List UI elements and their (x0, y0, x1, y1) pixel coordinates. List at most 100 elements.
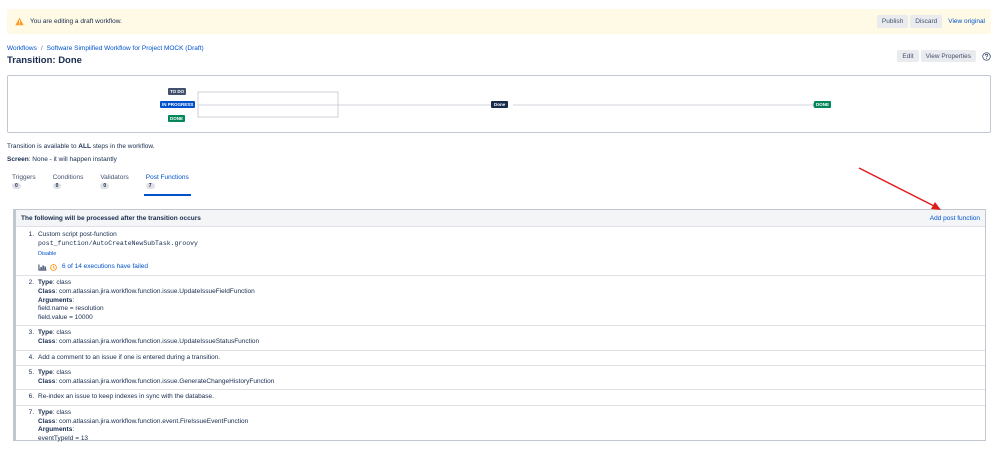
type-label: Type (38, 279, 53, 287)
item-number: 5. (28, 369, 34, 377)
arguments-line: Arguments: (38, 297, 255, 306)
warning-icon (15, 17, 24, 26)
post-function-item: 1. Custom script post-function post_func… (16, 227, 985, 277)
tab-label: Conditions (52, 174, 84, 181)
post-function-item: 5. Type: class Class: com.atlassian.jira… (16, 366, 985, 391)
function-description: Add a comment to an issue if one is ente… (38, 353, 221, 361)
type-line: Type: class (38, 329, 259, 338)
disable-link[interactable]: Disable (38, 250, 198, 259)
transition-tabs: Triggers 0 Conditions 0 Validators 0 Pos… (7, 174, 201, 196)
arguments-label: Arguments (38, 426, 73, 434)
clock-warning-icon (50, 263, 57, 271)
script-title: Custom script post-function (38, 231, 117, 238)
type-line: Type: class (38, 369, 274, 378)
breadcrumb: Workflows / Software Simplified Workflow f… (7, 45, 204, 52)
executions-failed-text[interactable]: 6 of 14 executions have failed (62, 263, 148, 272)
draft-warning-banner: You are editing a draft workflow. Publis… (7, 9, 991, 34)
view-original-link[interactable]: View original (948, 18, 985, 25)
page-title: Transition: Done (7, 55, 82, 66)
argument-value: eventTypeId = 13 (38, 434, 89, 442)
tab-label: Post Functions (145, 174, 189, 181)
panel-title: The following will be processed after th… (21, 214, 201, 222)
screen-value: : None - it will happen instantly (28, 156, 117, 163)
tab-label: Triggers (12, 174, 36, 181)
argument-value: field.name = resolution (38, 305, 104, 313)
script-path: post_function/AutoCreateNewSubTask.groov… (38, 239, 198, 247)
class-label: Class (38, 417, 56, 425)
availability-prefix: Transition is available to (7, 143, 79, 150)
tab-triggers[interactable]: Triggers 0 (7, 174, 41, 196)
type-label: Type (38, 369, 53, 377)
argument-value: field.value = 10000 (38, 313, 93, 321)
header-actions: Edit View Properties (895, 50, 991, 62)
type-line: Type: class (38, 409, 248, 418)
tab-label: Validators (100, 174, 129, 181)
class-label: Class (38, 377, 56, 385)
arguments-colon: : (72, 296, 75, 304)
view-properties-button[interactable]: View Properties (920, 50, 976, 62)
post-function-item: 6. Re-index an issue to keep indexes in … (16, 390, 985, 406)
item-number: 7. (28, 408, 34, 416)
item-number: 3. (28, 329, 34, 337)
class-label: Class (38, 287, 56, 295)
class-value: : com.atlassian.jira.workflow.function.i… (55, 377, 275, 385)
type-value: : class (52, 408, 72, 416)
status-done-target: DONE (814, 101, 832, 108)
class-value: : com.atlassian.jira.workflow.function.i… (55, 337, 260, 345)
class-value: : com.atlassian.jira.workflow.function.e… (55, 417, 249, 425)
tab-count-badge: 0 (52, 183, 62, 189)
screen-label: Screen (7, 156, 29, 163)
panel-header: The following will be processed after th… (16, 210, 985, 227)
arguments-label: Arguments (38, 296, 73, 304)
class-label: Class (38, 337, 56, 345)
type-value: : class (52, 369, 72, 377)
type-value: : class (52, 279, 72, 287)
add-post-function-link[interactable]: Add post function (930, 215, 980, 222)
class-line: Class: com.atlassian.jira.workflow.funct… (38, 288, 255, 297)
tab-validators[interactable]: Validators 0 (95, 174, 133, 196)
class-line: Class: com.atlassian.jira.workflow.funct… (38, 338, 259, 347)
item-number: 1. (28, 231, 34, 238)
class-line: Class: com.atlassian.jira.workflow.funct… (38, 418, 248, 427)
status-todo: TO DO (168, 88, 187, 95)
post-function-item: 4. Add a comment to an issue if one is e… (16, 351, 985, 367)
banner-message: You are editing a draft workflow. (30, 18, 122, 25)
breadcrumb-workflows-link[interactable]: Workflows (7, 45, 37, 52)
item-number: 4. (28, 353, 34, 361)
availability-suffix: steps in the workflow. (90, 143, 155, 150)
edit-button[interactable]: Edit (897, 50, 919, 62)
status-in-progress: IN PROGRESS (160, 101, 196, 108)
status-done-source: DONE (168, 115, 186, 122)
help-icon[interactable] (982, 51, 991, 61)
discard-button[interactable]: Discard (910, 15, 943, 28)
tab-count-badge: 0 (100, 183, 110, 189)
transition-label: Done (491, 101, 509, 108)
post-functions-panel: The following will be processed after th… (13, 209, 986, 442)
tab-post-functions[interactable]: Post Functions 7 (141, 174, 194, 196)
bar-chart-icon (38, 264, 47, 271)
item-number: 2. (28, 279, 34, 287)
tab-conditions[interactable]: Conditions 0 (48, 174, 89, 196)
item-number: 6. (28, 393, 34, 401)
post-function-item: 2. Type: class Class: com.atlassian.jira… (16, 276, 985, 327)
execution-status[interactable]: 6 of 14 executions have failed (38, 263, 198, 272)
arguments-colon: : (72, 426, 75, 434)
breadcrumb-separator: / (40, 45, 43, 52)
availability-scope: ALL (78, 143, 91, 150)
type-value: : class (52, 329, 72, 337)
type-label: Type (38, 329, 53, 337)
availability-info: Transition is available to ALL steps in … (7, 143, 155, 150)
arguments-line: Arguments: (38, 426, 248, 435)
function-description: Re-index an issue to keep indexes in syn… (38, 393, 214, 401)
tab-count-badge: 7 (145, 183, 155, 189)
publish-button[interactable]: Publish (876, 15, 909, 28)
post-function-item: 7. Type: class Class: com.atlassian.jira… (16, 406, 985, 446)
post-function-item: 3. Type: class Class: com.atlassian.jira… (16, 326, 985, 351)
type-label: Type (38, 408, 53, 416)
screen-info: Screen: None - it will happen instantly (7, 156, 117, 163)
type-line: Type: class (38, 279, 255, 288)
transition-diagram: TO DO IN PROGRESS DONE Done DONE (7, 75, 991, 133)
breadcrumb-workflow-link[interactable]: Software Simplified Workflow for Project… (47, 45, 204, 52)
class-line: Class: com.atlassian.jira.workflow.funct… (38, 378, 274, 387)
class-value: : com.atlassian.jira.workflow.function.i… (55, 287, 255, 295)
